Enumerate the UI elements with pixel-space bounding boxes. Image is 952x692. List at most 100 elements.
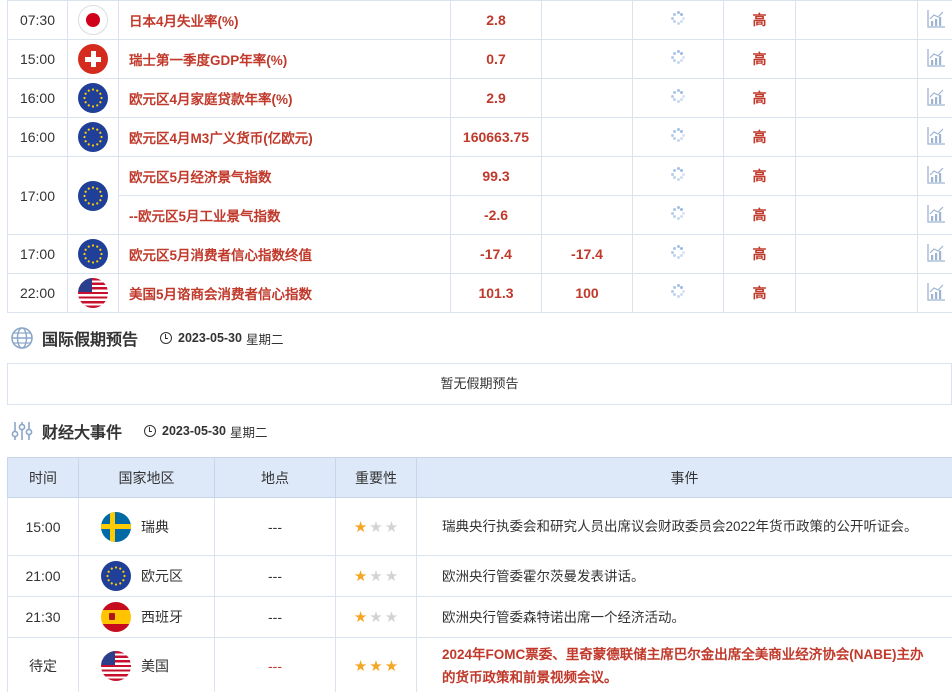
chart-icon[interactable] (926, 87, 946, 107)
column-header-country: 国家地区 (78, 457, 215, 498)
sweden-flag-icon (101, 511, 131, 542)
eu-flag-icon (78, 180, 108, 211)
importance-label: 高 (723, 78, 796, 118)
table-row: 17:00 欧元区5月消费者信心指数终值 -17.4 -17.4 高 (7, 234, 952, 274)
table-header-row: 时间 国家地区 地点 重要性 事件 (7, 457, 952, 498)
importance-label: 高 (723, 156, 796, 196)
importance-label: 高 (723, 273, 796, 313)
forecast-value (541, 78, 633, 118)
importance-stars: ★ ★ ★ (354, 520, 398, 535)
previous-value: -2.6 (450, 195, 542, 235)
holiday-empty-message: 暂无假期预告 (7, 363, 952, 405)
chart-icon[interactable] (926, 282, 946, 302)
events-section-header: 财经大事件 2023-05-30 星期二 (10, 417, 267, 445)
eu-flag-icon (78, 239, 108, 269)
spain-flag-icon (101, 602, 131, 632)
indicator-link[interactable]: --欧元区5月工业景气指数 (118, 195, 451, 235)
indicator-link[interactable]: 日本4月失业率(%) (118, 0, 451, 40)
importance-label: 高 (723, 195, 796, 235)
time-cell: 17:00 (7, 156, 68, 235)
chart-icon[interactable] (926, 243, 946, 263)
section-title: 财经大事件 (42, 425, 123, 442)
table-row: 17:00 欧元区5月经济景气指数 99.3 高 (7, 156, 952, 235)
forecast-value (541, 0, 633, 40)
section-date: 2023-05-30 星期二 (160, 329, 283, 348)
place-cell: --- (214, 555, 336, 597)
indicator-link[interactable]: 欧元区5月消费者信心指数终值 (118, 234, 451, 274)
chart-icon[interactable] (926, 165, 946, 185)
importance-stars: ★ ★ ★ (354, 659, 398, 674)
time-cell: 22:00 (7, 273, 68, 313)
time-cell: 16:00 (7, 117, 68, 157)
time-cell: 07:30 (7, 0, 68, 40)
loading-spinner-icon (671, 284, 685, 298)
star-icon: ★ (353, 657, 368, 675)
previous-value: -17.4 (450, 234, 542, 274)
forecast-value (541, 195, 633, 235)
event-description: 2024年FOMC票委、里奇蒙德联储主席巴尔金出席全美商业经济协会(NABE)主… (416, 637, 952, 692)
table-row: 21:30 西班牙 --- ★ ★ ★ 欧洲央行管委森特诺出席一个经济活动。 (7, 596, 952, 638)
indicator-link[interactable]: 欧元区4月家庭贷款年率(%) (118, 78, 451, 118)
table-row: 21:00 欧元区 --- ★ ★ ★ 欧洲央行管委霍尔茨曼发表讲话。 (7, 555, 952, 597)
time-cell: 15:00 (7, 39, 68, 79)
event-description: 瑞典央行执委会和研究人员出席议会财政委员会2022年货币政策的公开听证会。 (416, 497, 952, 556)
indicator-link[interactable]: 美国5月谘商会消费者信心指数 (118, 273, 451, 313)
chart-icon[interactable] (926, 204, 946, 224)
star-icon: ★ (369, 657, 383, 675)
chart-icon[interactable] (926, 126, 946, 146)
star-icon: ★ (369, 568, 383, 585)
indicator-link[interactable]: 欧元区4月M3广义货币(亿欧元) (118, 117, 451, 157)
events-table: 时间 国家地区 地点 重要性 事件 15:00 瑞典 --- ★ ★ ★ 瑞典央行执… (7, 457, 952, 692)
switzerland-flag-icon (78, 44, 108, 74)
loading-spinner-icon (671, 245, 685, 259)
column-header-event: 事件 (416, 457, 952, 498)
time-cell: 待定 (7, 637, 79, 692)
section-date: 2023-05-30 星期二 (144, 422, 267, 441)
loading-spinner-icon (671, 89, 685, 103)
country-name: 欧元区 (141, 568, 183, 584)
forecast-value (541, 117, 633, 157)
indicator-link[interactable]: 欧元区5月经济景气指数 (118, 156, 451, 196)
forecast-value (541, 156, 633, 196)
time-cell: 21:00 (7, 555, 79, 597)
star-icon: ★ (353, 609, 368, 626)
sliders-icon (11, 422, 33, 440)
table-row: 16:00 欧元区4月M3广义货币(亿欧元) 160663.75 高 (7, 117, 952, 157)
star-icon: ★ (384, 518, 399, 536)
loading-spinner-icon (671, 206, 685, 220)
chart-icon[interactable] (926, 48, 946, 68)
previous-value: 0.7 (450, 39, 542, 79)
forecast-value: 100 (541, 273, 633, 313)
importance-label: 高 (723, 0, 796, 40)
time-cell: 21:30 (7, 596, 79, 638)
star-icon: ★ (369, 609, 383, 626)
forecast-value (541, 39, 633, 79)
country-name: 西班牙 (141, 609, 183, 625)
loading-spinner-icon (671, 11, 685, 25)
eu-flag-icon (101, 561, 131, 591)
place-cell: --- (214, 596, 336, 638)
star-icon: ★ (384, 609, 399, 626)
chart-icon[interactable] (926, 9, 946, 29)
column-header-time: 时间 (7, 457, 79, 498)
country-name: 瑞典 (141, 518, 169, 535)
column-header-place: 地点 (214, 457, 336, 498)
globe-icon (11, 327, 33, 349)
table-row: 15:00 瑞典 --- ★ ★ ★ 瑞典央行执委会和研究人员出席议会财政委员会20… (7, 497, 952, 556)
place-cell: --- (214, 497, 336, 556)
time-cell: 17:00 (7, 234, 68, 274)
event-description: 欧洲央行管委森特诺出席一个经济活动。 (416, 596, 952, 638)
indicator-link[interactable]: 瑞士第一季度GDP年率(%) (118, 39, 451, 79)
previous-value: 2.9 (450, 78, 542, 118)
time-cell: 15:00 (7, 497, 79, 556)
importance-stars: ★ ★ ★ (354, 569, 398, 584)
previous-value: 160663.75 (450, 117, 542, 157)
clock-icon (160, 332, 173, 344)
holiday-section-header: 国际假期预告 2023-05-30 星期二 (10, 324, 283, 352)
importance-label: 高 (723, 39, 796, 79)
loading-spinner-icon (671, 50, 685, 64)
previous-value: 101.3 (450, 273, 542, 313)
usa-flag-icon (101, 650, 131, 681)
star-icon: ★ (384, 657, 399, 675)
table-row: 待定 美国 --- ★ ★ ★ 2024年FOMC票委、里奇蒙德联储主席巴尔金出席全… (7, 637, 952, 692)
